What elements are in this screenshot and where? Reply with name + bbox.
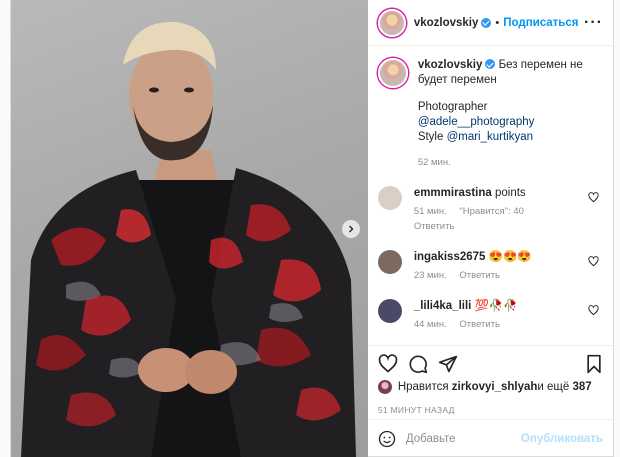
more-icon[interactable]: ··· bbox=[584, 14, 603, 32]
mention-link-photographer[interactable]: @adele__photography bbox=[418, 116, 535, 128]
likes-summary[interactable]: Нравится zirkovyi_shlyah и ещё 387 bbox=[377, 380, 603, 394]
comment-likes[interactable]: "Нравится": 40 bbox=[459, 206, 524, 217]
caption-username[interactable]: vkozlovskiy bbox=[418, 59, 483, 71]
liker-username[interactable]: zirkovyi_shlyah bbox=[452, 381, 538, 393]
comment-input[interactable]: Добавьте bbox=[406, 433, 456, 445]
comment-icon[interactable] bbox=[408, 354, 428, 374]
likes-count[interactable]: 387 bbox=[573, 381, 592, 393]
chevron-right-icon bbox=[348, 225, 354, 233]
comment-username[interactable]: emmmirastina bbox=[414, 187, 492, 199]
heart-icon[interactable] bbox=[378, 354, 398, 374]
post-actions: Нравится zirkovyi_shlyah и ещё 387 bbox=[367, 345, 613, 397]
comment-username[interactable]: ingakiss2675 bbox=[414, 251, 486, 263]
likes-prefix: Нравится bbox=[397, 381, 449, 393]
post-sidebar: vkozlovskiy • Подписаться ··· vkozlovski… bbox=[367, 0, 613, 457]
mention-link-style[interactable]: @mari_kurtikyan bbox=[447, 131, 533, 143]
author-username[interactable]: vkozlovskiy bbox=[414, 17, 479, 29]
caption-photographer-label: Photographer bbox=[417, 101, 488, 113]
reply-button[interactable]: Ответить bbox=[459, 319, 500, 330]
next-photo-button[interactable] bbox=[341, 220, 360, 238]
posted-time: 51 МИНУТ НАЗАД bbox=[377, 405, 455, 415]
comment-item: ingakiss2675 😍😍😍 23 мин. Ответить bbox=[377, 250, 603, 283]
comment-avatar[interactable] bbox=[377, 250, 402, 274]
comment-text: 💯🥀🥀 bbox=[474, 300, 518, 312]
likes-middle: и ещё bbox=[537, 381, 570, 393]
heart-icon[interactable] bbox=[588, 192, 599, 203]
caption-timestamp: 52 мин. bbox=[417, 157, 451, 168]
add-comment-bar: Добавьте Опубликовать bbox=[367, 419, 613, 457]
comments-list[interactable]: vkozlovskiy Без перемен не будет перемен… bbox=[368, 46, 613, 345]
comment-text: points bbox=[495, 187, 526, 199]
share-icon[interactable] bbox=[438, 354, 458, 374]
post-caption: vkozlovskiy Без перемен не будет перемен… bbox=[377, 58, 603, 170]
comment-text: 😍😍😍 bbox=[488, 251, 532, 263]
post-header: vkozlovskiy • Подписаться ··· bbox=[367, 0, 613, 46]
post-card: vkozlovskiy • Подписаться ··· vkozlovski… bbox=[10, 0, 614, 457]
caption-avatar[interactable] bbox=[377, 58, 408, 88]
comment-time: 23 мин. bbox=[413, 270, 447, 281]
bookmark-icon[interactable] bbox=[585, 354, 603, 374]
comment-time: 51 мин. bbox=[413, 206, 447, 217]
heart-icon[interactable] bbox=[588, 305, 599, 316]
verified-icon bbox=[485, 59, 496, 69]
reply-button[interactable]: Ответить bbox=[414, 221, 455, 232]
liker-avatar bbox=[377, 380, 392, 394]
emoji-icon[interactable] bbox=[378, 430, 396, 448]
comment-avatar[interactable] bbox=[377, 186, 402, 210]
comment-avatar[interactable] bbox=[377, 299, 402, 323]
caption-style-label: Style bbox=[417, 131, 447, 143]
author-avatar[interactable] bbox=[377, 8, 406, 37]
comment-item: emmmirastina points 51 мин. "Нравится": … bbox=[377, 186, 603, 234]
publish-button[interactable]: Опубликовать bbox=[521, 433, 603, 445]
reply-button[interactable]: Ответить bbox=[459, 270, 500, 281]
heart-icon[interactable] bbox=[588, 256, 599, 267]
comment-item: _lili4ka_lili 💯🥀🥀 44 мин. Ответить bbox=[377, 299, 603, 332]
comment-time: 44 мин. bbox=[413, 319, 447, 330]
separator-dot: • bbox=[495, 16, 500, 29]
follow-button[interactable]: Подписаться bbox=[503, 17, 578, 29]
post-photo[interactable] bbox=[11, 0, 368, 457]
portrait-illustration bbox=[21, 21, 356, 457]
comment-username[interactable]: _lili4ka_lili bbox=[414, 300, 472, 312]
verified-icon bbox=[481, 17, 492, 28]
